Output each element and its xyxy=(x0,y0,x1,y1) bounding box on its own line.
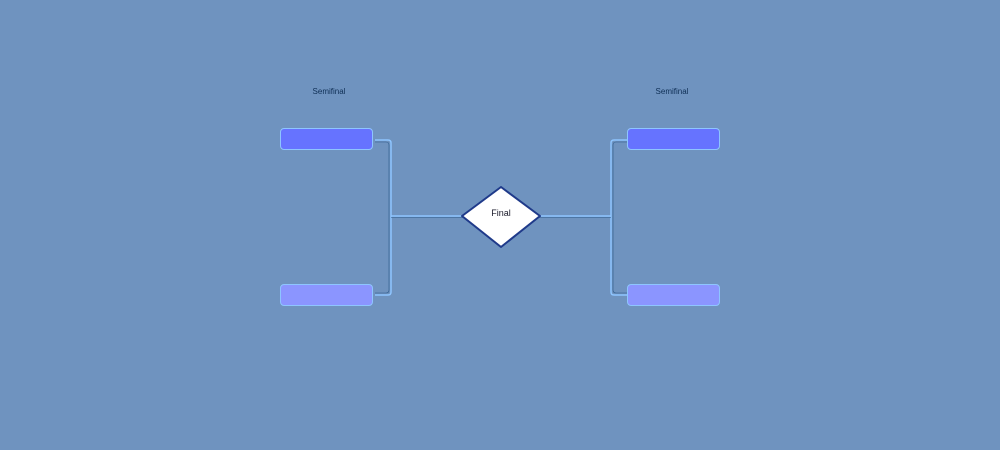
bracket-diagram: Semifinal Semifinal Final xyxy=(0,0,1000,450)
right-semifinal-bottom-slot[interactable] xyxy=(627,284,720,306)
right-connector-bottom xyxy=(610,216,627,296)
left-connector-bottom xyxy=(375,216,392,296)
right-semifinal-label: Semifinal xyxy=(655,87,689,96)
left-semifinal-top-slot[interactable] xyxy=(280,128,373,150)
right-connector-bottom-inner xyxy=(612,216,627,294)
bracket-connectors xyxy=(375,139,627,296)
right-connector-top xyxy=(610,139,627,216)
final-label: Final xyxy=(491,208,511,218)
left-connector-top xyxy=(375,139,392,216)
left-connector-top-inner xyxy=(375,141,390,216)
left-connector-bottom-inner xyxy=(375,216,390,294)
left-semifinal-bottom-slot[interactable] xyxy=(280,284,373,306)
left-semifinal-label: Semifinal xyxy=(312,87,346,96)
right-connector-top-inner xyxy=(612,141,627,216)
right-semifinal-top-slot[interactable] xyxy=(627,128,720,150)
